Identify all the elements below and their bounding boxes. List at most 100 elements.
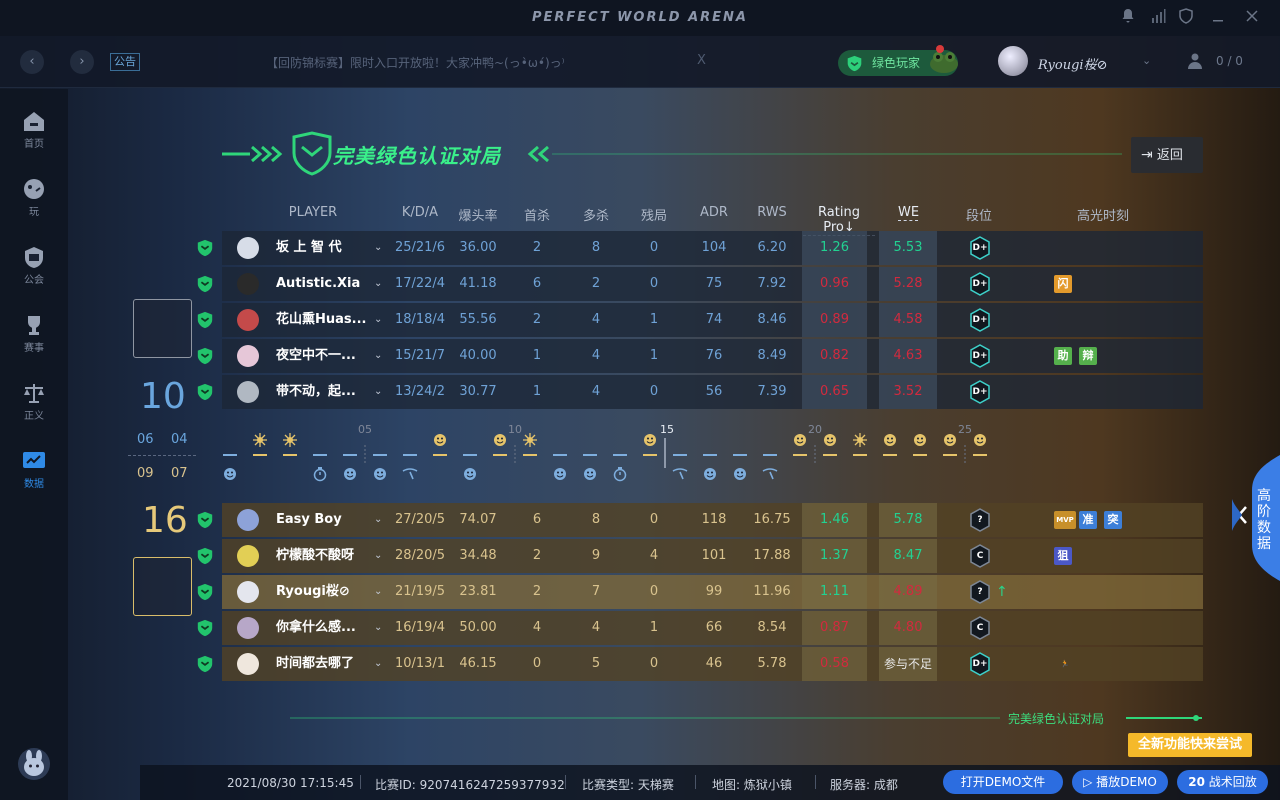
round-marker[interactable]: [613, 454, 627, 482]
column-header-kda[interactable]: K/D/A: [394, 205, 446, 220]
player-name[interactable]: 你拿什么感...: [276, 611, 356, 645]
sidebar-item-events[interactable]: 赛事: [0, 307, 68, 365]
round-marker[interactable]: [762, 454, 778, 480]
sidebar-item-home[interactable]: 首页: [0, 103, 68, 161]
player-row[interactable]: 时间都去哪了 ⌄ 10/13/1 46.15 0 5 0 46 5.78 0.58 参与不足 D+ 🏃: [222, 647, 1203, 681]
column-header-rws[interactable]: RWS: [752, 205, 792, 220]
player-avatar[interactable]: [237, 381, 259, 403]
user-avatar[interactable]: [998, 46, 1028, 76]
chevron-down-icon[interactable]: ⌄: [374, 503, 382, 537]
minimize-icon[interactable]: [1208, 8, 1228, 28]
notice-text[interactable]: 【回防锦标赛】限时入口开放啦！大家冲鸭~(っ•̀ω•́)っ⁾: [266, 54, 565, 71]
chevron-down-icon[interactable]: ⌄: [374, 267, 382, 301]
sidebar-item-data[interactable]: 数据: [0, 443, 68, 501]
player-avatar[interactable]: [237, 345, 259, 367]
highlight-badge[interactable]: 准: [1079, 511, 1097, 529]
highlight-badge[interactable]: 🏃: [1054, 655, 1076, 673]
friends-icon[interactable]: [1187, 52, 1203, 70]
player-name[interactable]: 时间都去哪了: [276, 647, 354, 681]
player-name[interactable]: 花山熏Huas...: [276, 303, 366, 337]
round-marker[interactable]: [402, 454, 418, 480]
sidebar-item-justice[interactable]: 正义: [0, 375, 68, 433]
round-marker[interactable]: [793, 434, 807, 456]
highlight-badge[interactable]: 突: [1104, 511, 1122, 529]
highlight-badge[interactable]: MVP: [1054, 511, 1076, 529]
round-marker[interactable]: [943, 434, 957, 456]
column-header-adr[interactable]: ADR: [694, 205, 734, 220]
player-avatar[interactable]: [237, 237, 259, 259]
highlight-badge[interactable]: 助: [1054, 347, 1072, 365]
shield-settings-icon[interactable]: [1176, 8, 1196, 28]
column-header-clutch[interactable]: 残局: [634, 205, 674, 224]
chevron-down-icon[interactable]: ⌄: [374, 647, 382, 681]
highlight-badge[interactable]: 闪: [1054, 275, 1072, 293]
player-avatar[interactable]: [237, 653, 259, 675]
round-marker[interactable]: [973, 434, 987, 456]
round-marker[interactable]: [343, 454, 357, 480]
round-marker[interactable]: [823, 434, 837, 456]
round-marker[interactable]: [223, 454, 237, 480]
player-row[interactable]: 带不动，起... ⌄ 13/24/2 30.77 1 4 0 56 7.39 0.65 3.52 D+: [222, 375, 1203, 409]
player-avatar[interactable]: [237, 309, 259, 331]
player-avatar[interactable]: [237, 545, 259, 567]
round-marker[interactable]: [883, 434, 897, 456]
player-avatar[interactable]: [237, 509, 259, 531]
player-name[interactable]: 坂 上 智 代: [276, 231, 342, 265]
round-marker[interactable]: [553, 454, 567, 480]
chevron-down-icon[interactable]: ⌄: [374, 339, 382, 373]
round-marker[interactable]: [463, 454, 477, 480]
round-marker[interactable]: [433, 434, 447, 456]
notice-close-button[interactable]: X: [697, 53, 706, 68]
column-header-first-kill[interactable]: 首杀: [517, 205, 557, 224]
round-marker[interactable]: [733, 454, 747, 480]
player-row[interactable]: 你拿什么感... ⌄ 16/19/4 50.00 4 4 1 66 8.54 0.87 4.80 C: [222, 611, 1203, 645]
assistant-avatar[interactable]: [18, 748, 50, 780]
round-marker[interactable]: [703, 454, 717, 480]
chevron-down-icon[interactable]: ⌄: [374, 303, 382, 337]
round-marker[interactable]: [523, 433, 537, 456]
close-window-icon[interactable]: [1242, 8, 1262, 28]
chevron-down-icon[interactable]: ⌄: [1142, 54, 1151, 67]
player-row[interactable]: Ryougi桜⊘ ⌄ 21/19/5 23.81 2 7 0 99 11.96 1.11 4.89?…: [222, 575, 1203, 609]
round-marker[interactable]: [493, 434, 507, 456]
chevron-down-icon[interactable]: ⌄: [374, 375, 382, 409]
player-row[interactable]: 柠檬酸不酸呀 ⌄ 28/20/5 34.48 2 9 4 101 17.88 1.37 8.47 C 狙: [222, 539, 1203, 573]
forward-arrow-icon[interactable]: ›: [70, 50, 94, 74]
player-row[interactable]: Easy Boy ⌄ 27/20/5 74.07 6 8 0 118 16.75 1.46 5.78…: [222, 503, 1203, 537]
player-name[interactable]: Easy Boy: [276, 503, 342, 537]
column-header-we[interactable]: WE: [898, 205, 919, 221]
column-header-player[interactable]: PLAYER: [282, 205, 344, 220]
sidebar-item-play[interactable]: 玩: [0, 171, 68, 229]
highlight-badge[interactable]: 狙: [1054, 547, 1072, 565]
column-header-multi-kill[interactable]: 多杀: [576, 205, 616, 224]
player-avatar[interactable]: [237, 273, 259, 295]
tactical-replay-button[interactable]: 20 战术回放: [1177, 770, 1268, 794]
advanced-data-label[interactable]: 高阶数据: [1254, 488, 1274, 552]
player-name[interactable]: Ryougi桜⊘: [276, 575, 350, 609]
player-name[interactable]: Autistic.Xia: [276, 267, 360, 301]
round-marker[interactable]: [672, 454, 688, 480]
chevron-down-icon[interactable]: ⌄: [374, 575, 382, 609]
sidebar-item-guild[interactable]: 公会: [0, 239, 68, 297]
round-marker[interactable]: [283, 433, 297, 456]
play-demo-button[interactable]: ▷ 播放DEMO: [1072, 770, 1168, 794]
chevron-down-icon[interactable]: ⌄: [374, 231, 382, 265]
player-name[interactable]: 带不动，起...: [276, 375, 356, 409]
back-button[interactable]: ⇥ 返回: [1131, 137, 1203, 173]
new-feature-tip[interactable]: 全新功能快来尝试: [1128, 733, 1252, 757]
round-marker[interactable]: [583, 454, 597, 480]
player-row[interactable]: 花山熏Huas... ⌄ 18/18/4 55.56 2 4 1 74 8.46 0.89 4.58…: [222, 303, 1203, 337]
player-row[interactable]: 夜空中不一... ⌄ 15/21/7 40.00 1 4 1 76 8.49 0.82 4.63 D+…: [222, 339, 1203, 373]
round-marker[interactable]: [253, 433, 267, 456]
bell-icon[interactable]: [1118, 8, 1138, 28]
player-avatar[interactable]: [237, 617, 259, 639]
round-marker[interactable]: [853, 433, 867, 456]
highlight-badge[interactable]: 辩: [1079, 347, 1097, 365]
open-demo-button[interactable]: 打开DEMO文件: [943, 770, 1063, 794]
username[interactable]: Ryougi桜⊘: [1038, 54, 1107, 73]
back-arrow-icon[interactable]: ‹: [20, 50, 44, 74]
round-marker[interactable]: [913, 434, 927, 456]
player-row[interactable]: Autistic.Xia ⌄ 17/22/4 41.18 6 2 0 75 7.92 0.96 5.…: [222, 267, 1203, 301]
chevron-down-icon[interactable]: ⌄: [374, 539, 382, 573]
player-name[interactable]: 夜空中不一...: [276, 339, 356, 373]
